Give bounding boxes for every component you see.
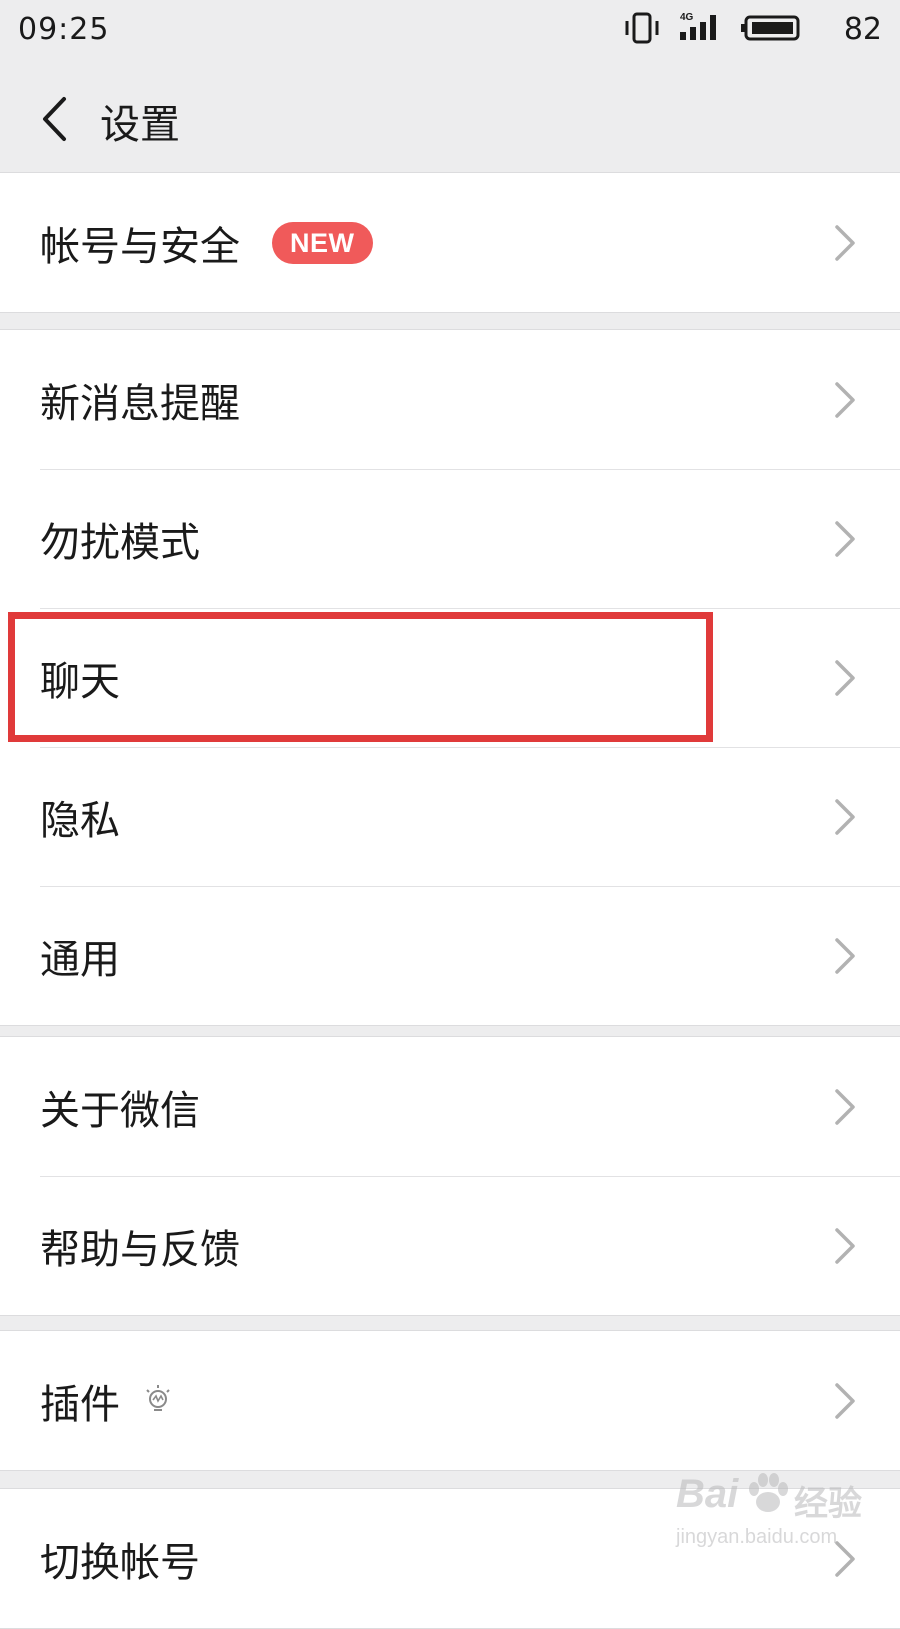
settings-group-main: 新消息提醒 勿扰模式 聊天 隐私 通用 [0,329,900,1026]
nav-bar: 设置 [0,62,900,174]
vibrate-icon [625,12,659,44]
settings-item-general[interactable]: 通用 [0,886,900,1025]
chevron-right-icon [835,1382,855,1419]
page-title: 设置 [100,102,180,148]
settings-item-label: 新消息提醒 [40,380,240,427]
settings-item-label: 隐私 [40,797,120,844]
settings-item-label: 帐号与安全 [40,223,240,270]
network-type: 4G [680,12,694,23]
chevron-right-icon [835,798,855,835]
settings-group-plugins: 插件 [0,1330,900,1471]
status-time: 09:25 [18,12,110,47]
settings-item-privacy[interactable]: 隐私 [0,747,900,886]
settings-item-new-message-alerts[interactable]: 新消息提醒 [0,330,900,469]
battery-percent: 82 [843,12,882,47]
signal-icon: 4G [680,12,716,40]
settings-item-label: 关于微信 [40,1087,200,1134]
back-button[interactable] [20,84,90,154]
chevron-right-icon [835,1227,855,1264]
settings-item-chat[interactable]: 聊天 [0,608,900,747]
settings-group-switch-account: 切换帐号 [0,1488,900,1629]
settings-group-about: 关于微信 帮助与反馈 [0,1036,900,1316]
lightbulb-icon [146,1384,170,1411]
settings-item-label: 插件 [40,1381,120,1428]
chevron-right-icon [835,520,855,557]
chevron-left-icon [43,97,66,141]
settings-item-switch-account[interactable]: 切换帐号 [0,1489,900,1628]
settings-item-label: 切换帐号 [40,1539,200,1586]
settings-item-do-not-disturb[interactable]: 勿扰模式 [0,469,900,608]
settings-item-label: 聊天 [40,658,120,705]
status-bar: 09:25 4G 82 [0,0,900,62]
settings-item-plugins[interactable]: 插件 [0,1331,900,1470]
new-badge: NEW [272,221,373,264]
chevron-right-icon [835,659,855,696]
settings-item-about-wechat[interactable]: 关于微信 [0,1037,900,1176]
status-icons: 4G 82 [622,10,882,50]
battery-icon [741,15,800,41]
settings-item-label: 帮助与反馈 [40,1226,240,1273]
chevron-right-icon [835,1088,855,1125]
chevron-right-icon [835,381,855,418]
settings-item-label: 通用 [40,936,120,983]
chevron-right-icon [835,937,855,974]
settings-group-account: 帐号与安全 NEW [0,172,900,313]
settings-item-label: 勿扰模式 [40,519,200,566]
chevron-right-icon [835,1540,855,1577]
settings-item-account-security[interactable]: 帐号与安全 NEW [0,173,900,312]
settings-item-help-feedback[interactable]: 帮助与反馈 [0,1176,900,1315]
chevron-right-icon [835,224,855,261]
